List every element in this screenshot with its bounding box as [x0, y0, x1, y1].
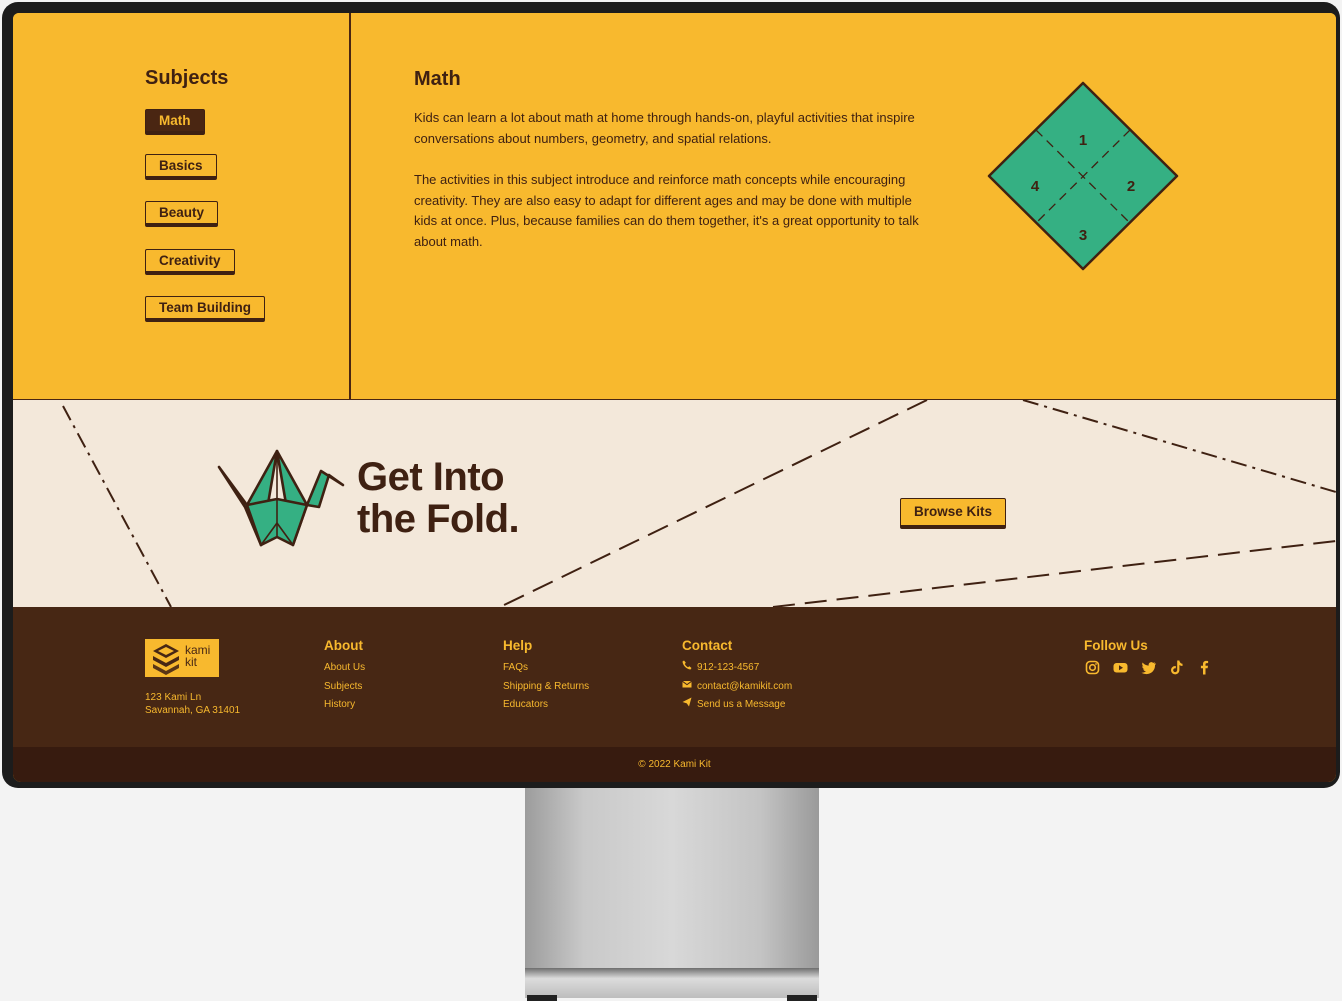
footer-link-educators[interactable]: Educators	[503, 696, 589, 715]
phone-number: 912-123-4567	[697, 662, 760, 673]
footer-link-subjects[interactable]: Subjects	[324, 678, 365, 697]
fold-lines-decoration	[62, 400, 1336, 607]
address-line-2: Savannah, GA 31401	[145, 705, 241, 716]
footer-address: 123 Kami Ln Savannah, GA 31401	[145, 691, 240, 717]
diamond-label-4: 4	[1031, 178, 1040, 195]
paper-plane-icon	[682, 697, 692, 707]
diamond-label-2: 2	[1127, 178, 1135, 195]
monitor-stand-base	[525, 968, 819, 998]
subject-chip-creativity[interactable]: Creativity	[145, 249, 235, 275]
detail-paragraph-1: Kids can learn a lot about math at home …	[414, 110, 915, 146]
footer-help-title: Help	[503, 638, 533, 653]
monitor-stand-neck	[525, 780, 819, 975]
banner-heading-line-2: the Fold.	[357, 497, 520, 541]
footer-about-title: About	[324, 638, 363, 653]
logo-word-kit: kit	[185, 655, 197, 669]
address-line-1: 123 Kami Ln	[145, 692, 202, 703]
subjects-title: Subjects	[145, 67, 229, 89]
footer-contact-phone[interactable]: 912-123-4567	[682, 659, 792, 678]
footer-contact-email[interactable]: contact@kamikit.com	[682, 678, 792, 697]
detail-title: Math	[414, 68, 461, 90]
facebook-icon[interactable]	[1196, 659, 1213, 676]
copyright-bar: © 2022 Kami Kit	[13, 747, 1336, 782]
monitor-foot-right	[787, 995, 817, 1001]
diamond-label-1: 1	[1079, 132, 1087, 149]
browse-kits-button[interactable]: Browse Kits	[900, 498, 1006, 529]
footer-link-about-us[interactable]: About Us	[324, 659, 365, 678]
footer-contact-column: Contact 912-123-4567 contact@kamikit.com…	[682, 638, 792, 715]
footer-link-faqs[interactable]: FAQs	[503, 659, 589, 678]
subject-chip-basics[interactable]: Basics	[145, 154, 217, 180]
diamond-label-3: 3	[1079, 227, 1087, 244]
footer-follow-title: Follow Us	[1084, 638, 1148, 653]
social-icons	[1084, 659, 1213, 676]
send-message-label: Send us a Message	[697, 699, 786, 710]
phone-icon	[682, 660, 692, 670]
site-footer: kami kit 123 Kami Ln Savannah, GA 31401 …	[13, 607, 1336, 747]
instagram-icon[interactable]	[1084, 659, 1101, 676]
youtube-icon[interactable]	[1112, 659, 1129, 676]
folded-diamond-illustration: 1 2 3 4	[987, 81, 1179, 271]
paper-crane-logo	[217, 449, 345, 547]
fold-banner: Get Into the Fold. Browse Kits	[13, 400, 1336, 607]
logo-wordmark: kami kit	[185, 644, 210, 668]
subject-chip-team-building[interactable]: Team Building	[145, 296, 266, 322]
footer-contact-title: Contact	[682, 638, 733, 653]
email-address: contact@kamikit.com	[697, 680, 793, 692]
subjects-section: Subjects Math Basics Beauty Creativity T…	[13, 13, 1336, 400]
subject-chip-beauty[interactable]: Beauty	[145, 201, 219, 227]
footer-contact-message[interactable]: Send us a Message	[682, 696, 792, 715]
section-divider	[349, 13, 351, 399]
monitor-bezel: Subjects Math Basics Beauty Creativity T…	[2, 2, 1340, 788]
layers-icon	[153, 644, 179, 675]
monitor-foot-left	[527, 995, 557, 1001]
subject-chip-math[interactable]: Math	[145, 109, 205, 135]
footer-help-column: Help FAQs Shipping & Returns Educators	[503, 638, 589, 715]
tiktok-icon[interactable]	[1168, 659, 1185, 676]
kami-kit-logo[interactable]: kami kit	[145, 639, 219, 677]
twitter-icon[interactable]	[1140, 659, 1157, 676]
monitor-screen: Subjects Math Basics Beauty Creativity T…	[13, 13, 1336, 782]
footer-about-column: About About Us Subjects History	[324, 638, 365, 715]
banner-heading-line-1: Get Into	[357, 455, 505, 499]
footer-link-history[interactable]: History	[324, 696, 365, 715]
envelope-icon	[682, 680, 692, 687]
banner-heading: Get Into the Fold.	[357, 455, 520, 541]
footer-follow-column: Follow Us	[1084, 638, 1213, 676]
footer-link-shipping-returns[interactable]: Shipping & Returns	[503, 678, 589, 697]
detail-paragraph-2: The activities in this subject introduce…	[414, 172, 919, 249]
